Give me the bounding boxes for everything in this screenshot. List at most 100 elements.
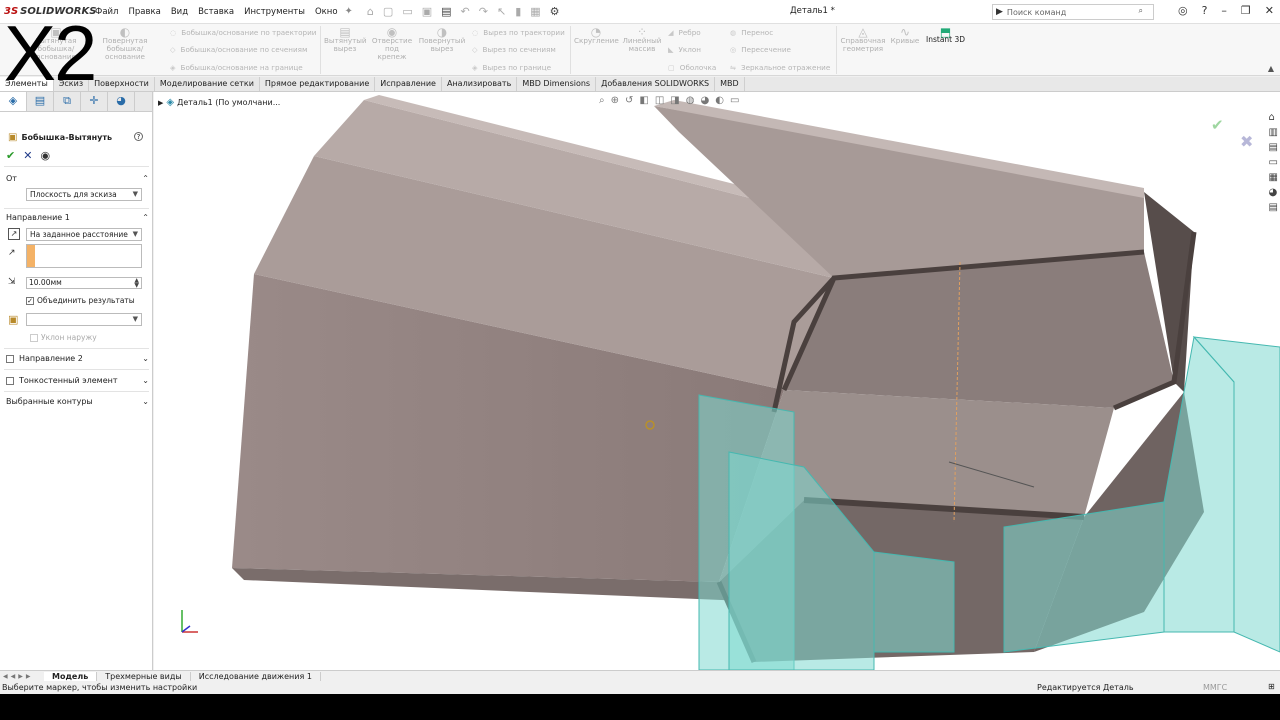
print-icon[interactable]: ▤ (441, 5, 451, 18)
end-condition-dropdown[interactable]: На заданное расстояние ▼ (26, 228, 142, 241)
extrude-cut-button[interactable]: ▤ Вытянутый вырез (324, 26, 367, 53)
expand-arrow-icon[interactable]: ▶ (158, 99, 163, 107)
help-icon[interactable]: ? (134, 132, 143, 141)
hide-show-icon[interactable]: ◍ (686, 95, 695, 106)
new-icon[interactable]: ▢ (383, 5, 393, 18)
tab-3d-views[interactable]: Трехмерные виды (97, 672, 191, 681)
rebuild-icon[interactable]: ▮ (515, 5, 521, 18)
revolve-cut-button[interactable]: ◑ Повернутый вырез (418, 26, 466, 53)
restore-icon[interactable]: ❐ (1241, 4, 1251, 17)
thin-feature-toggle[interactable]: Тонкостенный элемент (6, 376, 118, 385)
direction2-section-header[interactable]: Направление 2 ⌄ (6, 354, 149, 363)
appearance-icon[interactable]: ◕ (700, 95, 709, 106)
tab-model[interactable]: Модель (44, 672, 98, 681)
appearances-icon[interactable]: ◕ (1269, 187, 1278, 198)
direction2-toggle[interactable]: Направление 2 (6, 354, 83, 363)
confirm-corner-cancel-icon[interactable]: ✖ (1240, 132, 1253, 151)
file-explorer-icon[interactable]: ▭ (1269, 157, 1278, 168)
from-section-header[interactable]: От ⌃ (6, 174, 149, 183)
3d-model-viewport[interactable] (154, 92, 1280, 670)
boundary-boss-button[interactable]: ◈ Бобышка/основание на границе (170, 63, 303, 72)
search-input[interactable]: ▶ Поиск команд ⌕ (992, 4, 1154, 20)
draft-outward-checkbox[interactable]: Уклон наружу (30, 333, 97, 342)
help-icon[interactable]: ? (1202, 4, 1208, 17)
direction-selection-box[interactable] (26, 244, 142, 268)
home-icon[interactable]: ⌂ (367, 5, 374, 18)
resources-icon[interactable]: ▥ (1269, 127, 1278, 138)
curves-button[interactable]: ∿ Кривые (890, 26, 920, 45)
preview-eye-icon[interactable]: ◉ (40, 149, 50, 162)
intersect-button[interactable]: ◎ Пересечение (730, 45, 791, 54)
linear-pattern-button[interactable]: ⁘ Линейный массив (620, 26, 664, 53)
thin-feature-section-header[interactable]: Тонкостенный элемент ⌄ (6, 376, 149, 385)
shell-button[interactable]: ▢ Оболочка (668, 63, 716, 72)
view-orientation-icon[interactable]: ◫ (655, 95, 664, 106)
depth-input[interactable]: 10.00мм ▲ ▼ (26, 277, 142, 289)
minimize-icon[interactable]: – (1221, 4, 1227, 17)
menu-tools[interactable]: Инструменты (239, 7, 310, 17)
from-dropdown[interactable]: Плоскость для эскиза ▼ (26, 188, 142, 201)
close-icon[interactable]: ✕ (1265, 4, 1274, 17)
direction1-section-header[interactable]: Направление 1 ⌃ (6, 213, 149, 222)
tab-evaluate[interactable]: Анализировать (442, 77, 518, 91)
revolve-boss-button[interactable]: ◐ Повернутая бобышка/основание (96, 26, 154, 61)
tab-direct-editing[interactable]: Прямое редактирование (260, 77, 376, 91)
confirm-corner-check-icon[interactable]: ✔ (1211, 116, 1224, 134)
selected-contours-section-header[interactable]: Выбранные контуры ⌄ (6, 397, 149, 406)
display-style-icon[interactable]: ◨ (670, 95, 679, 106)
open-icon[interactable]: ▭ (402, 5, 412, 18)
ribbon-collapse-icon[interactable]: ▲ (1268, 64, 1274, 73)
previous-view-icon[interactable]: ↺ (625, 95, 633, 106)
feature-tree-flyout[interactable]: ▶ ◈ Деталь1 (По умолчани... (158, 97, 280, 108)
section-view-icon[interactable]: ◧ (639, 95, 648, 106)
tab-addins[interactable]: Добавления SOLIDWORKS (596, 77, 716, 91)
menu-insert[interactable]: Вставка (193, 7, 239, 17)
reference-geometry-button[interactable]: ◬ Справочная геометрия (838, 26, 888, 53)
tab-repair[interactable]: Исправление (375, 77, 442, 91)
draft-button[interactable]: ◣ Уклон (668, 45, 701, 54)
status-help-icon[interactable]: ⊞ (1268, 682, 1275, 691)
account-icon[interactable]: ◎ (1178, 4, 1188, 17)
instant3d-button[interactable]: ⬒ Instant 3D (926, 26, 965, 44)
graphics-area[interactable]: ▶ ◈ Деталь1 (По умолчани... ⌕ ⊕ ↺ ◧ ◫ ◨ … (154, 92, 1280, 670)
unit-system[interactable]: ММГС (1203, 683, 1227, 692)
rib-button[interactable]: ◢ Ребро (668, 28, 701, 37)
loft-cut-button[interactable]: ◇ Вырез по сечениям (472, 45, 556, 54)
sweep-cut-button[interactable]: ◌ Вырез по траектории (472, 28, 565, 37)
zoom-to-fit-icon[interactable]: ⌕ (599, 95, 605, 106)
mirror-button[interactable]: ⇋ Зеркальное отражение (730, 63, 830, 72)
undo-icon[interactable]: ↶ (461, 5, 470, 18)
home-icon[interactable]: ⌂ (1269, 112, 1278, 123)
redo-icon[interactable]: ↷ (479, 5, 488, 18)
tab-mbd[interactable]: MBD (715, 77, 745, 91)
hole-wizard-button[interactable]: ◉ Отверстие под крепеж (370, 26, 414, 61)
spinner-icon[interactable]: ▲ ▼ (134, 278, 139, 289)
search-icon[interactable]: ⌕ (1139, 6, 1143, 16)
ok-check-icon[interactable]: ✔ (6, 149, 15, 162)
file-properties-icon[interactable]: ▦ (530, 5, 540, 18)
options-gear-icon[interactable]: ⚙ (550, 5, 560, 18)
menu-window[interactable]: Окно (310, 7, 343, 17)
loft-boss-button[interactable]: ◇ Бобышка/основание по сечениям (170, 45, 307, 54)
boundary-cut-button[interactable]: ◈ Вырез по границе (472, 63, 551, 72)
sweep-boss-button[interactable]: ◌ Бобышка/основание по траектории (170, 28, 316, 37)
wrap-button[interactable]: ◍ Перенос (730, 28, 773, 37)
tab-mesh-modeling[interactable]: Моделирование сетки (155, 77, 260, 91)
fillet-button[interactable]: ◔ Скругление (574, 26, 619, 45)
pin-icon[interactable]: ✦ (345, 6, 353, 17)
tab-motion-study[interactable]: Исследование движения 1 (191, 672, 321, 681)
zoom-area-icon[interactable]: ⊕ (611, 95, 619, 106)
custom-properties-icon[interactable]: ▤ (1269, 202, 1278, 213)
display-manager-tab-icon[interactable]: ◕ (108, 92, 135, 111)
menu-view[interactable]: Вид (166, 7, 193, 17)
design-library-icon[interactable]: ▤ (1269, 142, 1278, 153)
merge-result-checkbox[interactable]: ✓ Объединить результаты (26, 296, 135, 305)
view-palette-icon[interactable]: ▦ (1269, 172, 1278, 183)
tab-surfaces[interactable]: Поверхности (89, 77, 155, 91)
menu-edit[interactable]: Правка (123, 7, 165, 17)
tab-scroll-arrows-icon[interactable]: ◀◀▶▶ (0, 673, 44, 680)
select-icon[interactable]: ↖ (497, 5, 506, 18)
cancel-x-icon[interactable]: ✕ (23, 149, 32, 162)
view-settings-icon[interactable]: ▭ (730, 95, 739, 106)
scene-icon[interactable]: ◐ (715, 95, 724, 106)
